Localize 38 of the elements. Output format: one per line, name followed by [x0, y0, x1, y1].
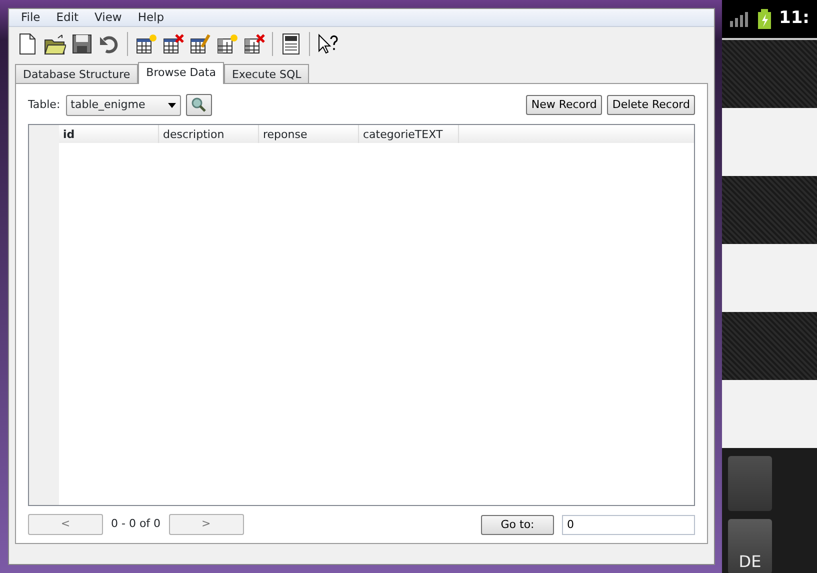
signal-icon: [730, 11, 750, 27]
record-count: 0 - 0 of 0: [111, 516, 161, 532]
undo-icon[interactable]: [98, 33, 120, 55]
table-star-icon[interactable]: [135, 33, 157, 55]
search-icon: [191, 97, 208, 113]
table-pencil-icon[interactable]: [189, 33, 211, 55]
go-to-button[interactable]: Go to:: [481, 514, 554, 534]
menu-item[interactable]: File: [13, 8, 48, 26]
open-folder-icon[interactable]: [44, 33, 66, 55]
column-header[interactable]: id: [59, 125, 159, 143]
search-button[interactable]: [186, 94, 212, 116]
battery-icon: [758, 9, 771, 29]
menu-item[interactable]: Help: [130, 8, 172, 26]
menu-item[interactable]: Edit: [48, 8, 87, 26]
caret-icon: [168, 102, 176, 108]
pointer-question-icon[interactable]: [317, 33, 339, 55]
record-button[interactable]: Delete Record: [607, 95, 695, 115]
column-header[interactable]: reponse: [259, 125, 359, 143]
record-button[interactable]: New Record: [526, 95, 602, 115]
tab[interactable]: Database Structure: [15, 64, 138, 83]
column-header[interactable]: description: [159, 125, 259, 143]
clock-time: 11:: [779, 7, 810, 30]
go-to-field[interactable]: 0: [562, 514, 695, 534]
tab[interactable]: Browse Data: [138, 62, 224, 84]
next-button[interactable]: >: [168, 514, 244, 535]
delete-key[interactable]: DE: [728, 519, 772, 573]
column-star-icon[interactable]: [216, 33, 238, 55]
dropdown-value: table_enigme: [70, 96, 146, 113]
save-icon[interactable]: [71, 33, 93, 55]
log-document-icon[interactable]: [280, 33, 302, 55]
menu-item[interactable]: View: [86, 8, 130, 26]
table-dropdown[interactable]: table_enigme: [66, 94, 181, 116]
tab[interactable]: Execute SQL: [224, 64, 310, 83]
table-label: Table:: [28, 96, 60, 113]
column-cross-icon[interactable]: [243, 33, 265, 55]
previous-button[interactable]: <: [28, 514, 103, 535]
table-cross-icon[interactable]: [162, 33, 184, 55]
column-header[interactable]: categorieTEXT: [359, 125, 459, 143]
